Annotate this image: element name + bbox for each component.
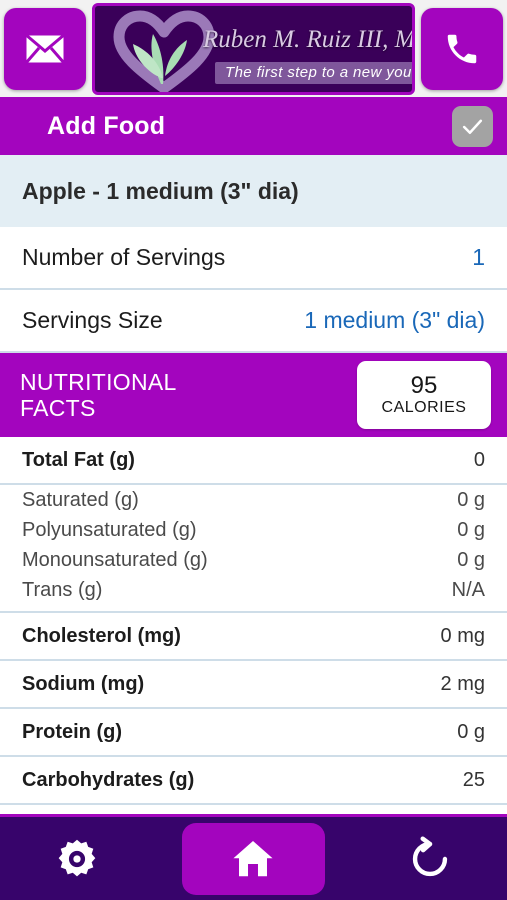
nutrient-label: Total Fat (g) (22, 448, 135, 471)
calories-card: 95 CALORIES (357, 361, 491, 429)
phone-button[interactable] (421, 7, 503, 90)
nutrient-value: 2 mg (440, 672, 485, 695)
app-screen: Ruben M. Ruiz III, MD The first step to … (0, 0, 507, 900)
nutrient-row-carbohydrates: Carbohydrates (g) 25 (0, 757, 507, 805)
nutrient-value: 0 (473, 448, 485, 471)
nutrient-value: 0 g (457, 518, 485, 541)
nutrient-row-protein: Protein (g) 0 g (0, 709, 507, 757)
nutrient-label: Sodium (mg) (22, 672, 145, 695)
bottom-navigation-bar (0, 814, 507, 900)
serving-size-row[interactable]: Servings Size 1 medium (3" dia) (0, 290, 507, 353)
nutrient-label: Saturated (g) (22, 488, 139, 511)
nutrient-row-sodium: Sodium (mg) 2 mg (0, 661, 507, 709)
nutrient-label: Trans (g) (22, 578, 103, 601)
nutrition-facts-title-line1: NUTRITIONAL (20, 368, 177, 395)
nutrition-facts-title: NUTRITIONAL FACTS (20, 369, 177, 422)
nutrient-value: 0 g (457, 720, 485, 743)
top-header: Ruben M. Ruiz III, MD The first step to … (0, 0, 507, 97)
nutrient-label: Monounsaturated (g) (22, 548, 208, 571)
refresh-back-icon (413, 835, 448, 876)
nutrient-row-trans: Trans (g) N/A (0, 575, 507, 605)
nutrient-value: 0 g (457, 548, 485, 571)
gear-icon (58, 839, 95, 876)
practice-logo-banner[interactable]: Ruben M. Ruiz III, MD The first step to … (92, 2, 415, 95)
envelope-icon (24, 32, 66, 64)
practice-name: Ruben M. Ruiz III, MD (203, 25, 415, 53)
nav-home-button[interactable] (181, 822, 325, 895)
nutrient-value: 25 (462, 768, 485, 791)
serving-size-label: Servings Size (22, 307, 163, 333)
nav-settings-button[interactable] (29, 828, 125, 890)
practice-tagline: The first step to a new you. (215, 61, 412, 84)
nutrition-facts-title-line2: FACTS (20, 395, 96, 421)
nutrient-label: Protein (g) (22, 720, 122, 743)
nav-back-button[interactable] (382, 828, 478, 890)
food-name-text: Apple - 1 medium (3" dia) (22, 177, 299, 204)
serving-size-value[interactable]: 1 medium (3" dia) (304, 307, 485, 334)
servings-count-row[interactable]: Number of Servings 1 (0, 227, 507, 290)
food-name-header: Apple - 1 medium (3" dia) (0, 155, 507, 227)
nutrient-row-total-fat: Total Fat (g) 0 (0, 437, 507, 485)
servings-count-value[interactable]: 1 (472, 244, 485, 271)
content-scroll-area[interactable]: Apple - 1 medium (3" dia) Number of Serv… (0, 155, 507, 900)
calories-amount: 95 (410, 372, 438, 400)
page-title: Add Food (47, 111, 166, 140)
nutrient-row-polyunsaturated: Polyunsaturated (g) 0 g (0, 515, 507, 545)
nutrient-value: 0 mg (440, 624, 485, 647)
page-title-bar: Add Food (0, 97, 507, 155)
nutrient-label: Polyunsaturated (g) (22, 518, 197, 541)
calories-unit: CALORIES (381, 398, 467, 416)
nutrient-row-monounsaturated: Monounsaturated (g) 0 g (0, 545, 507, 575)
servings-count-label: Number of Servings (22, 244, 226, 270)
nutrient-value: 0 g (457, 488, 485, 511)
fat-subnutrients-group: Saturated (g) 0 g Polyunsaturated (g) 0 … (0, 485, 507, 613)
email-button[interactable] (4, 7, 86, 90)
nutrient-row-cholesterol: Cholesterol (mg) 0 mg (0, 613, 507, 661)
confirm-save-button[interactable] (452, 105, 493, 147)
home-icon (233, 840, 274, 876)
phone-icon (447, 34, 477, 63)
check-icon (462, 119, 483, 134)
nutrient-value: N/A (451, 578, 485, 601)
nutrient-label: Carbohydrates (g) (22, 768, 195, 791)
nutrient-row-saturated: Saturated (g) 0 g (0, 485, 507, 515)
nutrition-facts-banner: NUTRITIONAL FACTS 95 CALORIES (0, 353, 507, 437)
nutrient-label: Cholesterol (mg) (22, 624, 181, 647)
